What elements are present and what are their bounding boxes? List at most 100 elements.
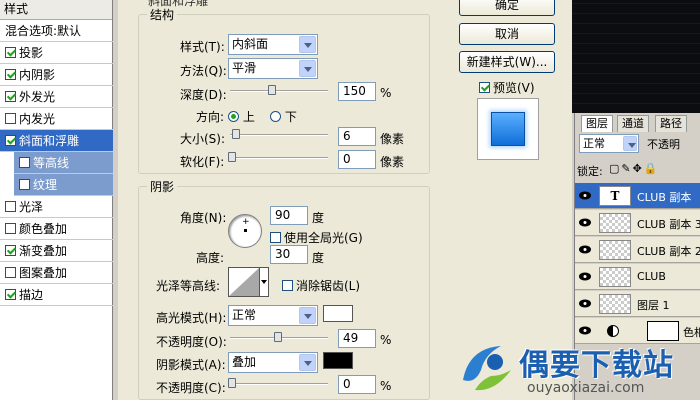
soften-slider-thumb[interactable] bbox=[228, 152, 236, 162]
checkbox-icon[interactable] bbox=[282, 280, 293, 291]
checkbox-icon[interactable] bbox=[5, 289, 16, 300]
layer-row-club-copy-2[interactable]: CLUB 副本 2 bbox=[575, 237, 700, 263]
size-slider-track[interactable] bbox=[230, 134, 328, 136]
watermark: 偶要下载站 ouyaoxiazai.com bbox=[455, 338, 700, 400]
checkbox-icon[interactable] bbox=[19, 179, 30, 190]
style-label: 样式(T): bbox=[180, 40, 225, 54]
checkbox-icon[interactable] bbox=[5, 135, 16, 146]
chevron-down-icon[interactable] bbox=[623, 136, 637, 151]
checkbox-icon[interactable] bbox=[5, 69, 16, 80]
altitude-label: 高度: bbox=[196, 251, 225, 265]
preview-checkbox[interactable]: 预览(V) bbox=[479, 79, 535, 96]
checkbox-icon[interactable] bbox=[5, 267, 16, 278]
style-item-stroke[interactable]: 描边 bbox=[0, 284, 113, 306]
eye-icon[interactable] bbox=[578, 244, 592, 255]
checkbox-icon[interactable] bbox=[5, 201, 16, 212]
eye-icon[interactable] bbox=[578, 325, 592, 336]
styles-list: 样式 混合选项:默认 投影 内阴影 外发光 内发光 斜面和浮雕 等高线 纹理 光… bbox=[0, 0, 113, 400]
lock-icons[interactable]: ▢✎✥🔒 bbox=[609, 162, 660, 175]
style-item-gradient-overlay[interactable]: 渐变叠加 bbox=[0, 240, 113, 262]
style-item-contour[interactable]: 等高线 bbox=[14, 152, 113, 174]
styles-title[interactable]: 样式 bbox=[0, 0, 112, 20]
antialias-checkbox[interactable]: 消除锯齿(L) bbox=[282, 277, 360, 294]
depth-label: 深度(D): bbox=[180, 88, 227, 102]
style-item-pattern-overlay[interactable]: 图案叠加 bbox=[0, 262, 113, 284]
shadow-opacity-input[interactable]: 0 bbox=[338, 375, 376, 394]
eye-icon[interactable] bbox=[578, 298, 592, 309]
style-item-texture[interactable]: 纹理 bbox=[14, 174, 113, 196]
chevron-down-icon[interactable] bbox=[299, 60, 316, 77]
highlight-color-swatch[interactable] bbox=[323, 305, 353, 322]
depth-input[interactable]: 150 bbox=[338, 82, 376, 101]
layer-thumbnail bbox=[599, 267, 631, 287]
layer-row-club-copy-3[interactable]: CLUB 副本 3 bbox=[575, 210, 700, 236]
style-item-inner-glow[interactable]: 内发光 bbox=[0, 108, 113, 130]
checkbox-icon[interactable] bbox=[19, 157, 30, 168]
checkbox-icon[interactable] bbox=[5, 223, 16, 234]
angle-label: 角度(N): bbox=[180, 211, 227, 225]
shadow-opacity-thumb[interactable] bbox=[228, 378, 236, 388]
size-slider-thumb[interactable] bbox=[232, 129, 240, 139]
chevron-down-icon[interactable] bbox=[299, 354, 316, 371]
gloss-contour-label: 光泽等高线: bbox=[156, 279, 221, 293]
tab-paths[interactable]: 路径 bbox=[655, 115, 687, 132]
eye-icon[interactable] bbox=[578, 190, 592, 201]
checkbox-icon[interactable] bbox=[5, 91, 16, 102]
checkbox-icon[interactable] bbox=[5, 47, 16, 58]
layer-row-club-copy[interactable]: T CLUB 副本 bbox=[575, 183, 700, 209]
bevel-style-select[interactable]: 内斜面 bbox=[228, 34, 318, 55]
altitude-input[interactable]: 30 bbox=[270, 245, 308, 264]
style-item-color-overlay[interactable]: 颜色叠加 bbox=[0, 218, 113, 240]
angle-dial[interactable]: + bbox=[228, 214, 262, 248]
technique-select[interactable]: 平滑 bbox=[228, 58, 318, 79]
highlight-opacity-thumb[interactable] bbox=[274, 332, 282, 342]
contour-dropdown-arrow[interactable] bbox=[260, 267, 269, 297]
chevron-down-icon[interactable] bbox=[299, 307, 316, 324]
checkbox-icon[interactable] bbox=[270, 232, 281, 243]
highlight-opacity-input[interactable]: 49 bbox=[338, 329, 376, 348]
size-label: 大小(S): bbox=[180, 132, 226, 146]
new-style-button[interactable]: 新建样式(W)... bbox=[459, 51, 555, 73]
blend-options-item[interactable]: 混合选项:默认 bbox=[0, 20, 113, 42]
style-item-satin[interactable]: 光泽 bbox=[0, 196, 113, 218]
soften-slider-track[interactable] bbox=[230, 157, 328, 159]
structure-legend: 结构 bbox=[150, 8, 175, 22]
depth-unit: % bbox=[380, 86, 392, 100]
direction-down-radio[interactable]: 下 bbox=[270, 108, 297, 125]
depth-slider-track[interactable] bbox=[230, 90, 328, 92]
layer-thumbnail bbox=[599, 213, 631, 233]
gloss-contour-picker[interactable] bbox=[228, 267, 260, 297]
checkbox-icon[interactable] bbox=[479, 82, 490, 93]
ok-button[interactable]: 确定 bbox=[459, 0, 555, 16]
style-item-inner-shadow[interactable]: 内阴影 bbox=[0, 64, 113, 86]
global-light-checkbox[interactable]: 使用全局光(G) bbox=[270, 229, 363, 246]
checkbox-icon[interactable] bbox=[5, 113, 16, 124]
eye-icon[interactable] bbox=[578, 217, 592, 228]
highlight-mode-select[interactable]: 正常 bbox=[228, 305, 318, 326]
style-item-bevel-emboss[interactable]: 斜面和浮雕 bbox=[0, 130, 113, 152]
tab-channels[interactable]: 通道 bbox=[617, 115, 649, 132]
size-input[interactable]: 6 bbox=[338, 127, 376, 146]
soften-input[interactable]: 0 bbox=[338, 150, 376, 169]
radio-icon[interactable] bbox=[228, 111, 239, 122]
radio-icon[interactable] bbox=[270, 111, 281, 122]
blend-mode-select[interactable]: 正常 bbox=[579, 134, 639, 153]
angle-input[interactable]: 90 bbox=[270, 206, 308, 225]
shadow-opacity-track[interactable] bbox=[230, 383, 328, 385]
depth-slider-thumb[interactable] bbox=[268, 85, 276, 95]
layer-row-club[interactable]: CLUB bbox=[575, 264, 700, 290]
shadow-mode-select[interactable]: 叠加 bbox=[228, 352, 318, 373]
eye-icon[interactable] bbox=[578, 271, 592, 282]
shadow-color-swatch[interactable] bbox=[323, 352, 353, 369]
direction-up-radio[interactable]: 上 bbox=[228, 108, 255, 125]
tab-layers[interactable]: 图层 bbox=[581, 115, 613, 132]
style-item-drop-shadow[interactable]: 投影 bbox=[0, 42, 113, 64]
chevron-down-icon[interactable] bbox=[299, 36, 316, 53]
size-unit: 像素 bbox=[380, 132, 405, 146]
adjustment-icon bbox=[607, 325, 619, 337]
layer-row-layer-1[interactable]: 图层 1 bbox=[575, 291, 700, 317]
crosshair-icon: + bbox=[242, 217, 250, 227]
style-item-outer-glow[interactable]: 外发光 bbox=[0, 86, 113, 108]
checkbox-icon[interactable] bbox=[5, 245, 16, 256]
cancel-button[interactable]: 取消 bbox=[459, 23, 555, 45]
